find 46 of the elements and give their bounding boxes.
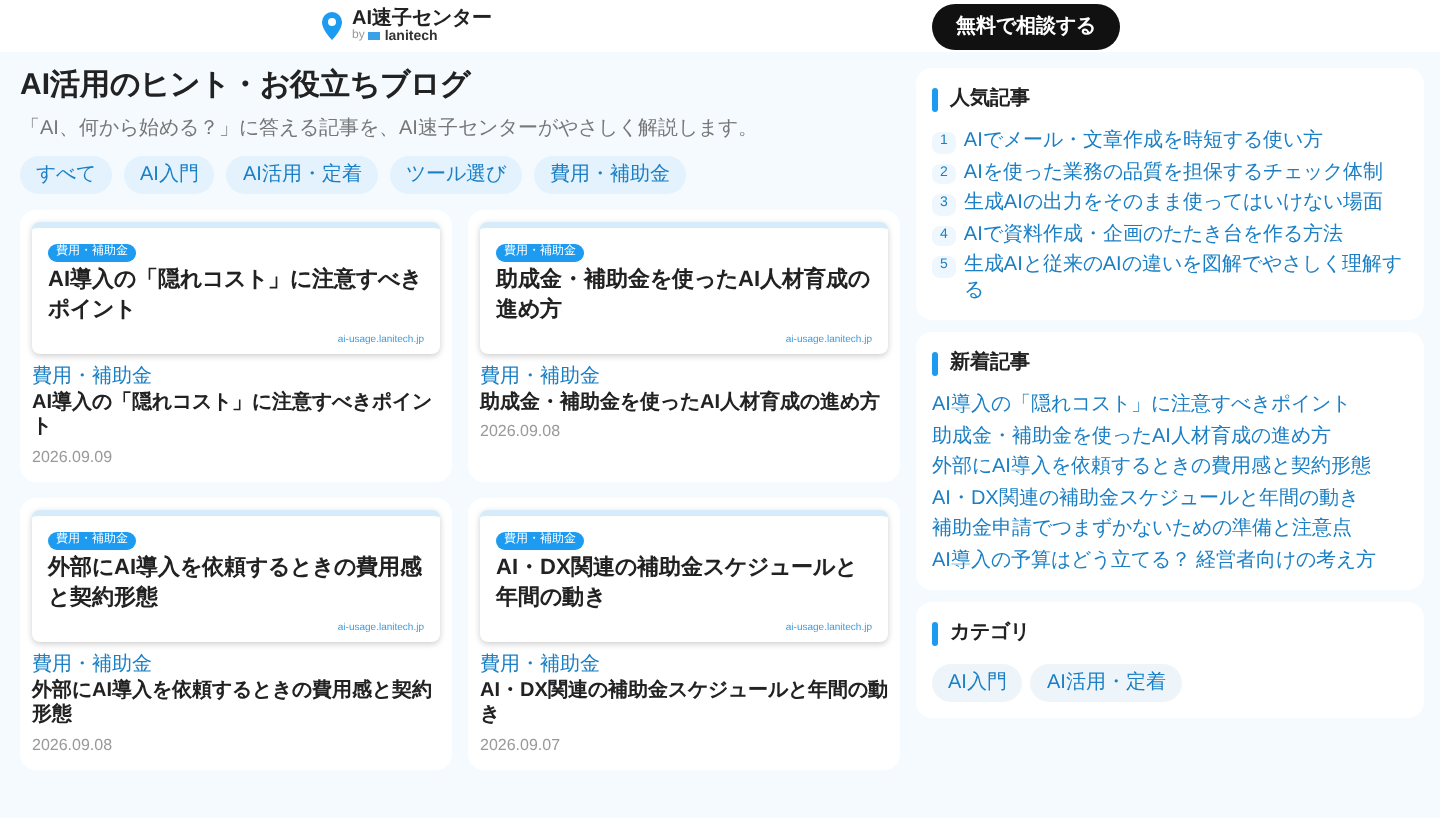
article-date: 2026.09.07 [480,733,563,758]
page-title: AI活用のヒント・お役立ちブログ [20,68,473,106]
section-heading: 新着記事 [950,348,1030,378]
article-date: 2026.09.08 [480,420,563,445]
heading-accent-bar [932,351,938,375]
article-title[interactable]: AI・DX関連の補助金スケジュールと年間の動き [480,679,888,730]
category-tag[interactable]: AI活用・定着 [1030,664,1182,702]
section-heading: カテゴリ [950,619,1030,648]
heading-accent-bar [932,87,938,111]
popular-article-link[interactable]: 生成AIと従来のAIの違いを図解でやさしく理解する [963,254,1408,304]
heading-accent-bar [932,621,938,645]
category-filter-tag[interactable]: ツール選び [389,155,522,194]
popular-article-link[interactable]: AIでメール・文章作成を時短する使い方 [963,130,1323,155]
logo-name: AI速子センター [352,9,492,29]
category-filter-tag[interactable]: すべて [20,155,112,194]
thumbnail-title: AI・DX関連の補助金スケジュールと年間の動き [496,553,859,614]
popular-article-link[interactable]: AIで資料作成・企画のたたき台を作る方法 [963,223,1343,248]
thumbnail-title: 助成金・補助金を使ったAI人材育成の進め方 [496,265,872,326]
thumbnail-title: AI導入の「隠れコスト」に注意すべきポイント [48,265,424,326]
category-tag[interactable]: AI入門 [932,664,1023,702]
article-date: 2026.09.08 [32,733,115,758]
section-heading: 人気記事 [950,85,1030,114]
category-filter-tag[interactable]: AI活用・定着 [226,155,378,194]
category-filter-tag[interactable]: AI入門 [124,155,215,194]
thumbnail-title: 外部にAI導入を依頼するときの費用感と契約形態 [48,553,424,614]
article-category: 費用・補助金 [32,363,154,390]
article-category: 費用・補助金 [480,651,602,679]
recent-article-link[interactable]: 補助金申請でつまずかないための準備と注意点 [932,518,1408,543]
location-pin-icon [320,12,344,40]
recent-article-link[interactable]: AI導入の「隠れコスト」に注意すべきポイント [932,394,1408,419]
article-title[interactable]: 助成金・補助金を使ったAI人材育成の進め方 [480,391,888,417]
page-subtitle: 「AI、何から始める？」に答える記事を、AI速子センターがやさしく解説します。 [20,115,760,144]
recent-article-link[interactable]: 外部にAI導入を依頼するときの費用感と契約形態 [932,456,1408,481]
popular-article-link[interactable]: 生成AIの出力をそのまま使ってはいけない場面 [963,192,1383,217]
article-title[interactable]: 外部にAI導入を依頼するときの費用感と契約形態 [32,679,440,730]
recent-article-link[interactable]: 助成金・補助金を使ったAI人材育成の進め方 [932,425,1408,450]
article-category: 費用・補助金 [32,651,154,678]
category-filter-tag[interactable]: 費用・補助金 [533,155,686,194]
company-logo-icon [368,32,381,40]
article-title[interactable]: AI導入の「隠れコスト」に注意すべきポイント [32,391,440,442]
recent-article-link[interactable]: AI導入の予算はどう立てる？ 経営者向けの考え方 [932,549,1408,574]
consult-button[interactable]: 無料で相談する [932,3,1120,49]
recent-article-link[interactable]: AI・DX関連の補助金スケジュールと年間の動き [932,487,1408,512]
popular-article-link[interactable]: AIを使った業務の品質を担保するチェック体制 [963,161,1383,186]
article-category: 費用・補助金 [480,363,602,391]
article-date: 2026.09.09 [32,445,115,470]
